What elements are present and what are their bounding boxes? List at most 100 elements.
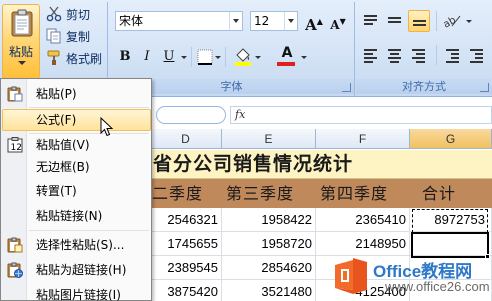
alignment-group-label: 对齐方式 xyxy=(356,79,492,94)
column-header-e[interactable]: E xyxy=(222,129,316,149)
align-right-button[interactable] xyxy=(408,44,430,66)
align-center-button[interactable] xyxy=(384,44,406,66)
grow-font-button[interactable]: A▲ xyxy=(303,10,325,34)
menu-item-no-borders[interactable]: 无边框(B) xyxy=(2,156,151,178)
formula-input[interactable]: fx xyxy=(230,106,492,124)
menu-item-label: 粘贴为超链接(H) xyxy=(36,263,127,277)
menu-item-paste[interactable]: 粘贴(P) xyxy=(2,83,151,105)
italic-button[interactable]: I xyxy=(137,46,157,68)
increase-indent-icon xyxy=(470,49,483,65)
copy-icon xyxy=(46,28,61,44)
divider xyxy=(191,47,192,67)
align-bottom-button[interactable] xyxy=(408,10,430,32)
fx-icon[interactable]: fx xyxy=(235,107,245,123)
align-bottom-icon xyxy=(413,20,426,28)
table-cell[interactable]: 1745655 xyxy=(150,232,222,256)
header-cell: 第三季度 xyxy=(226,184,295,203)
fill-color-icon[interactable] xyxy=(233,46,253,66)
menu-item-paste-values[interactable]: 12 粘贴值(V) xyxy=(2,134,151,156)
menu-item-label: 选择性粘贴(S)... xyxy=(36,238,125,252)
sheet-title: 省分公司销售情况统计 xyxy=(153,153,354,175)
table-cell[interactable]: 2389545 xyxy=(150,256,222,280)
menu-item-formulas[interactable]: 公式(F) xyxy=(2,109,151,131)
clipboard-icon xyxy=(11,9,33,37)
divider xyxy=(225,47,226,67)
menu-item-paste-picture-link[interactable]: 粘贴图片链接(I) xyxy=(2,284,151,301)
column-header-f[interactable]: F xyxy=(316,129,410,149)
svg-text:12: 12 xyxy=(11,143,22,153)
paste-menu: 粘贴(P) 公式(F) 12 粘贴值(V) 无边框(B) 转置(T) 粘贴链接(… xyxy=(0,78,152,301)
borders-icon[interactable] xyxy=(197,49,213,65)
italic-label: I xyxy=(144,49,150,64)
menu-item-transpose[interactable]: 转置(T) xyxy=(2,180,151,202)
chevron-down-icon[interactable] xyxy=(229,12,242,30)
shrink-font-button[interactable]: A▼ xyxy=(327,10,349,32)
table-cell[interactable]: 3875420 xyxy=(150,280,222,301)
paste-button[interactable]: 粘贴 xyxy=(2,4,40,79)
header-row[interactable]: 二季度 第三季度 第四季度 合计 xyxy=(150,179,492,208)
paste-special-icon xyxy=(7,237,23,253)
bold-label: B xyxy=(119,49,131,64)
underline-button[interactable]: U xyxy=(159,46,179,68)
paintbrush-icon xyxy=(47,50,60,65)
table-cell[interactable]: 3521480 xyxy=(222,280,316,301)
formula-bar: fx xyxy=(150,104,492,126)
bold-button[interactable]: B xyxy=(115,46,135,68)
decrease-indent-button[interactable] xyxy=(442,44,464,66)
column-header-d[interactable]: D xyxy=(150,129,222,149)
menu-item-label: 粘贴图片链接(I) xyxy=(36,288,121,301)
cut-button[interactable]: 剪切 xyxy=(46,4,90,24)
column-header-g[interactable]: G xyxy=(410,129,492,149)
cut-label: 剪切 xyxy=(66,7,91,22)
chevron-down-icon[interactable] xyxy=(466,20,472,23)
underline-label: U xyxy=(163,49,175,64)
align-top-button[interactable] xyxy=(360,10,382,32)
chevron-down-icon[interactable] xyxy=(181,56,187,59)
table-cell[interactable]: 2854620 xyxy=(222,256,316,280)
table-cell[interactable]: 2365410 xyxy=(316,208,410,232)
menu-item-label: 无边框(B) xyxy=(36,160,90,174)
alignment-group: ab 对齐方式 xyxy=(356,2,492,96)
paste-label: 粘贴 xyxy=(8,45,33,59)
watermark-url: www.office26.com xyxy=(385,279,490,294)
menu-item-paste-link[interactable]: 粘贴链接(N) xyxy=(2,205,151,227)
text-orientation-icon[interactable]: ab xyxy=(442,12,464,30)
font-color-swatch xyxy=(277,62,295,66)
menu-separator xyxy=(29,107,149,108)
title-row[interactable]: 省分公司销售情况统计 xyxy=(150,150,492,179)
paste-hyperlink-icon xyxy=(7,262,23,278)
header-cell: 合计 xyxy=(422,184,457,203)
chevron-down-icon[interactable] xyxy=(18,61,26,65)
font-color-button[interactable]: A xyxy=(277,42,297,64)
watermark: Office教程网 www.office26.com xyxy=(325,253,492,301)
font-name-combo[interactable]: 宋体 xyxy=(115,11,243,31)
menu-item-paste-hyperlink[interactable]: 粘贴为超链接(H) xyxy=(2,259,151,281)
chevron-down-icon[interactable] xyxy=(301,56,307,59)
align-left-button[interactable] xyxy=(360,44,382,66)
dialog-launcher-icon[interactable] xyxy=(480,83,489,92)
scissors-icon xyxy=(46,6,62,22)
chevron-down-icon[interactable] xyxy=(255,56,261,59)
align-left-icon xyxy=(364,49,377,65)
chevron-down-icon[interactable] xyxy=(284,12,297,30)
align-middle-icon xyxy=(388,17,401,25)
align-middle-button[interactable] xyxy=(384,10,406,32)
name-box[interactable] xyxy=(156,106,226,124)
chevron-down-icon[interactable] xyxy=(215,56,221,59)
menu-item-label: 公式(F) xyxy=(36,113,77,127)
table-cell[interactable]: 1958422 xyxy=(222,208,316,232)
format-painter-button[interactable]: 格式刷 xyxy=(46,48,102,68)
align-top-icon xyxy=(364,15,377,27)
menu-item-paste-special[interactable]: 选择性粘贴(S)... xyxy=(2,234,151,256)
format-painter-label: 格式刷 xyxy=(66,51,103,66)
table-cell[interactable]: 1958720 xyxy=(222,232,316,256)
divider xyxy=(436,45,437,65)
header-cell: 第四季度 xyxy=(320,184,389,203)
font-size-value: 12 xyxy=(254,14,270,28)
copy-button[interactable]: 复制 xyxy=(46,26,90,46)
table-cell[interactable]: 2546321 xyxy=(150,208,222,232)
dialog-launcher-icon[interactable] xyxy=(342,83,351,92)
increase-indent-button[interactable] xyxy=(466,44,488,66)
menu-item-label: 转置(T) xyxy=(36,184,77,198)
font-size-combo[interactable]: 12 xyxy=(250,11,298,31)
